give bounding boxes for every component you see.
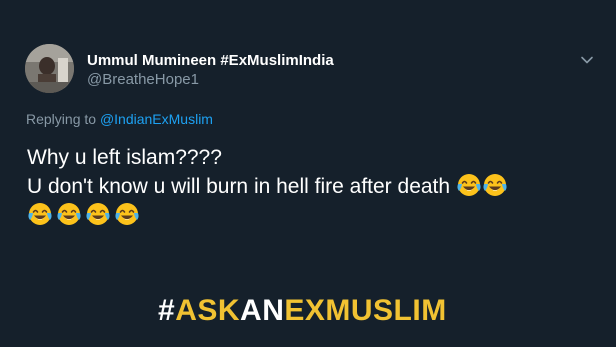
face-with-tears-of-joy-icon xyxy=(115,203,139,225)
face-with-tears-of-joy-icon xyxy=(57,203,81,225)
avatar-image xyxy=(25,44,74,93)
hashtag-part-exmuslim: EXMUSLIM xyxy=(284,294,447,327)
hashtag-part-an: AN xyxy=(240,294,285,327)
face-with-tears-of-joy-icon xyxy=(28,203,52,225)
ask-an-exmuslim-hashtag: #ASKANEXMUSLIM xyxy=(158,294,447,328)
hashtag-symbol: # xyxy=(158,294,176,327)
tweet-text-line-1: Why u left islam???? xyxy=(27,146,222,169)
replying-to-label: Replying to xyxy=(26,111,97,127)
tweet-text: Why u left islam???? U don't know u will… xyxy=(27,143,602,230)
tweet-text-line-2-words: U don't know u will burn in hell fire af… xyxy=(27,175,451,198)
emoji-inline-group xyxy=(456,174,508,198)
face-with-tears-of-joy-icon xyxy=(483,174,507,196)
tweet-text-line-2: U don't know u will burn in hell fire af… xyxy=(27,172,602,201)
avatar[interactable] xyxy=(25,44,74,93)
author-display-name[interactable]: Ummul Mumineen #ExMuslimIndia xyxy=(87,52,334,69)
emoji-row xyxy=(27,201,602,230)
hashtag-part-ask: ASK xyxy=(175,294,241,327)
face-with-tears-of-joy-icon xyxy=(457,174,481,196)
chevron-down-icon[interactable] xyxy=(579,52,595,68)
face-with-tears-of-joy-icon xyxy=(86,203,110,225)
author-handle[interactable]: @BreatheHope1 xyxy=(87,71,199,88)
reply-mention-link[interactable]: @IndianExMuslim xyxy=(100,111,213,127)
replying-to: Replying to @IndianExMuslim xyxy=(26,111,213,127)
